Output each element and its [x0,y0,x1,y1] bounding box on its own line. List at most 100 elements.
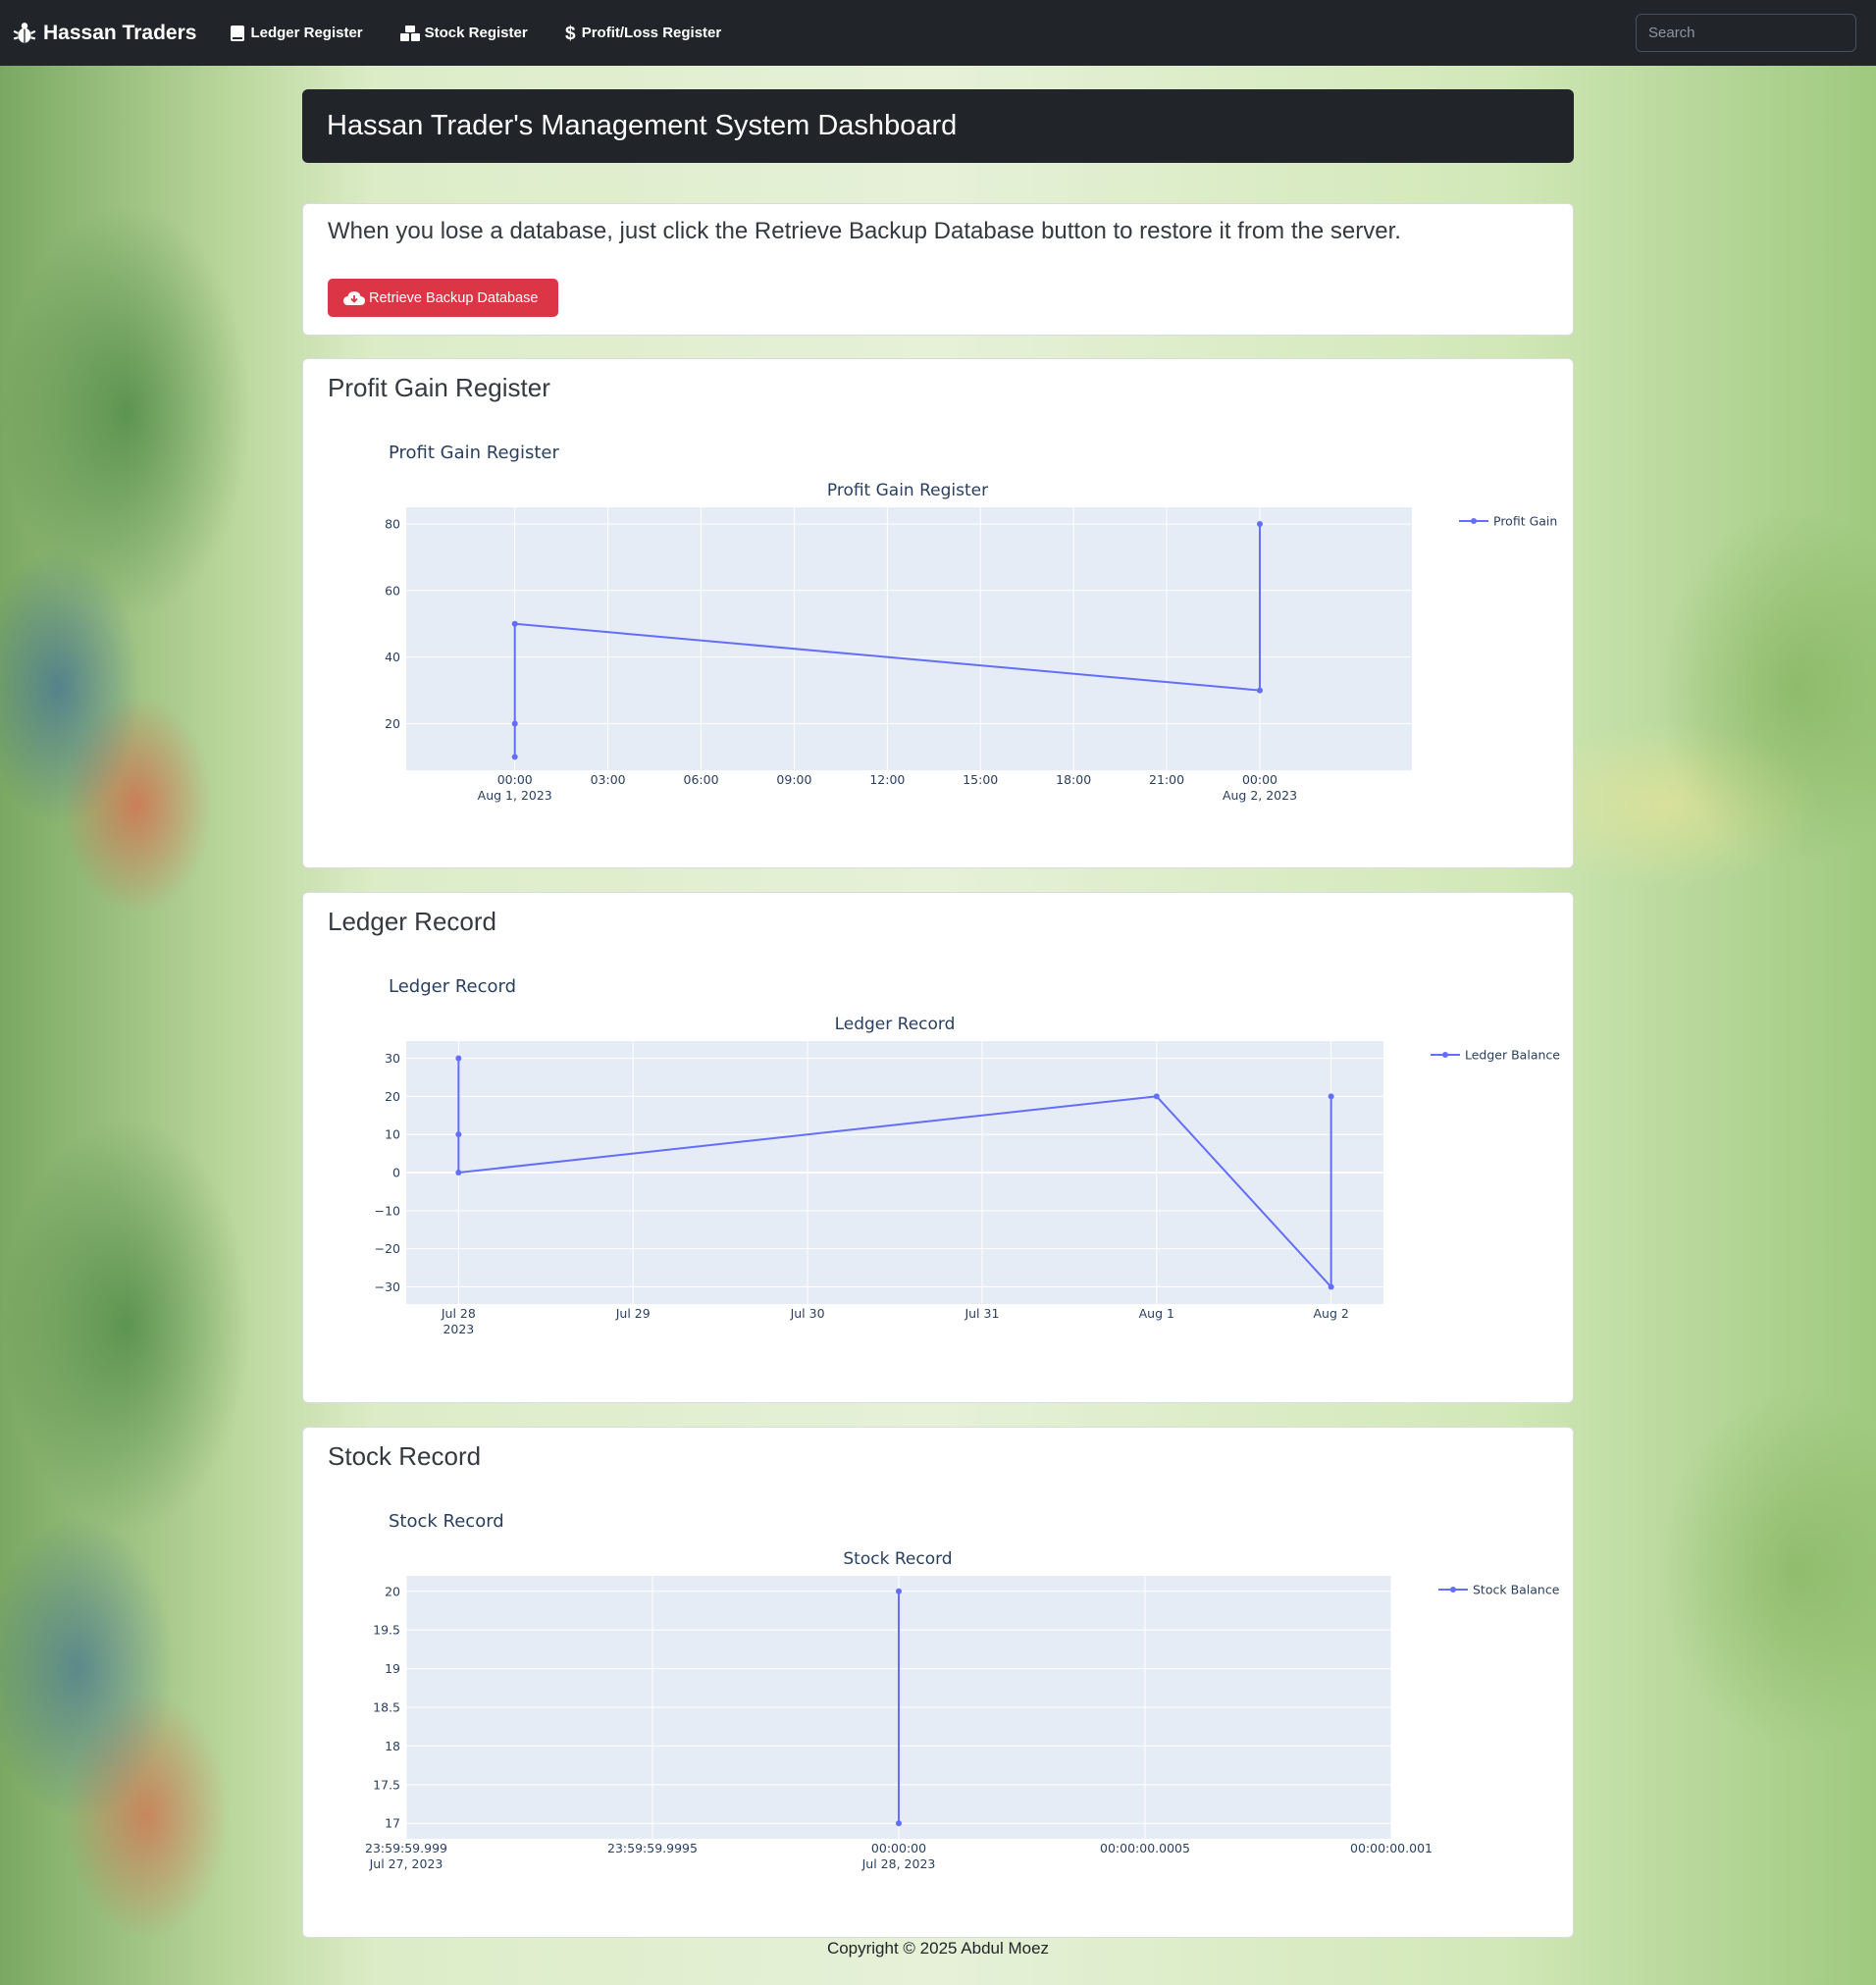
x-tick-label: 18:00 [1056,772,1091,787]
x-tick-label: 06:00 [684,772,719,787]
stock-plot-subtitle: Stock Record [389,1511,504,1532]
chart-title: Ledger Record [835,1015,956,1034]
y-tick-label: 20 [385,1089,400,1104]
bug-icon [13,22,36,43]
profit-gain-plot-subtitle: Profit Gain Register [389,443,559,463]
plot-area [406,507,1412,770]
nav-stock-label: Stock Register [424,25,528,41]
data-point[interactable] [896,1588,902,1594]
x-tick-label: 15:00 [963,772,998,787]
y-tick-label: −30 [375,1280,400,1294]
x-tick-label: Jul 31 [964,1306,999,1321]
x-tick-label: 12:00 [869,772,905,787]
y-tick-label: −10 [375,1203,400,1218]
y-tick-label: 20 [385,716,400,731]
x-tick-label: 23:59:59.9995 [607,1841,698,1855]
data-point[interactable] [1153,1093,1160,1100]
y-tick-label: 17.5 [373,1777,400,1792]
retrieve-backup-label: Retrieve Backup Database [369,289,539,306]
y-tick-label: 40 [385,650,400,664]
chart-title: Profit Gain Register [827,481,988,500]
profit-gain-card-title: Profit Gain Register [328,373,550,402]
x-tick-label: 23:59:59.999 [365,1841,447,1855]
y-tick-label: 19.5 [373,1623,400,1638]
backup-notice: When you lose a database, just click the… [328,218,1401,244]
x-tick-label: Aug 1, 2023 [478,788,552,803]
data-point[interactable] [455,1131,462,1138]
svg-text:$: $ [565,24,576,43]
book-icon [231,25,245,41]
data-point[interactable] [896,1820,902,1827]
data-point[interactable] [1256,687,1263,694]
page-title: Hassan Trader's Management System Dashbo… [327,110,958,141]
nav-profit-loss-label: Profit/Loss Register [581,25,722,41]
y-tick-label: 18 [385,1739,400,1753]
x-tick-label: 21:00 [1149,772,1184,787]
dashboard-header: Hassan Trader's Management System Dashbo… [302,89,1574,163]
legend-marker [1442,1052,1448,1058]
legend-label[interactable]: Stock Balance [1473,1583,1560,1597]
x-tick-label: Aug 2, 2023 [1223,788,1297,803]
y-tick-label: 60 [385,583,400,598]
legend-marker [1471,518,1477,524]
y-tick-label: 19 [385,1661,400,1676]
nav-ledger-label: Ledger Register [250,25,363,41]
x-tick-label: Aug 1 [1139,1306,1174,1321]
profit-gain-card: Profit Gain Register Profit Gain Registe… [302,358,1574,868]
dollar-icon: $ [565,24,576,43]
data-point[interactable] [511,620,518,627]
x-tick-label: Jul 30 [790,1306,825,1321]
data-point[interactable] [511,720,518,727]
x-tick-label: Jul 27, 2023 [369,1856,443,1871]
x-tick-label: 00:00:00 [871,1841,926,1855]
stock-card: Stock Record Stock Record Stock Record 20… [302,1427,1574,1938]
x-tick-label: 00:00:00.0005 [1100,1841,1190,1855]
y-tick-label: 10 [385,1127,400,1142]
retrieve-backup-button[interactable]: Retrieve Backup Database [328,279,558,317]
x-tick-label: 00:00 [497,772,533,787]
ledger-card-title: Ledger Record [328,907,496,936]
nav-stock-register[interactable]: Stock Register [399,25,528,42]
nav-ledger-register[interactable]: Ledger Register [230,25,363,42]
ledger-chart[interactable]: Ledger Record 30 20 10 0 −10 −20 −30 Jul 282023 J… [303,1006,1575,1398]
stock-card-title: Stock Record [328,1441,482,1471]
y-tick-label: 0 [392,1166,400,1180]
x-tick-label: Jul 29 [615,1306,651,1321]
legend-label[interactable]: Ledger Balance [1465,1048,1560,1063]
x-tick-label: 09:00 [776,772,811,787]
x-tick-label: 03:00 [591,772,626,787]
x-tick-label: 00:00 [1242,772,1277,787]
x-tick-label: Aug 2 [1313,1306,1348,1321]
x-tick-label: Jul 28 [441,1306,476,1321]
profit-gain-chart[interactable]: Profit Gain Register2040608000:00Aug 1, … [303,472,1575,864]
y-tick-label: 17 [385,1816,400,1831]
boxes-icon [399,25,420,41]
navbar: Hassan Traders Ledger Register Stock Reg… [0,0,1876,66]
x-tick-label: 2023 [443,1322,474,1336]
legend-label[interactable]: Profit Gain [1493,514,1557,529]
data-point[interactable] [511,754,518,760]
x-tick-label: Jul 28, 2023 [861,1856,936,1871]
data-point[interactable] [1328,1093,1334,1100]
x-tick-label: 00:00:00.001 [1350,1841,1433,1855]
brand[interactable]: Hassan Traders [12,21,196,46]
y-tick-label: 30 [385,1051,400,1066]
ledger-card: Ledger Record Ledger Record Ledger Recor… [302,892,1574,1403]
y-tick-label: 80 [385,516,400,531]
y-tick-label: 18.5 [373,1700,400,1715]
chart-title: Stock Record [843,1549,952,1569]
footer-copyright: Copyright © 2025 Abdul Moez [826,1939,1050,1958]
ledger-plot-subtitle: Ledger Record [389,976,517,997]
search-input[interactable] [1636,14,1856,52]
cloud-download-icon [343,290,365,305]
data-point[interactable] [1256,520,1263,527]
nav-profit-loss-register[interactable]: $ Profit/Loss Register [565,24,722,43]
backup-card: When you lose a database, just click the… [302,203,1574,336]
brand-name: Hassan Traders [43,21,197,44]
data-point[interactable] [1328,1283,1334,1290]
stock-chart[interactable]: Stock Record 20 19.5 19 18.5 18 17.5 17 23:59:59… [303,1541,1575,1933]
data-point[interactable] [455,1055,462,1062]
legend-marker [1450,1587,1456,1593]
data-point[interactable] [455,1170,462,1175]
y-tick-label: −20 [375,1241,400,1256]
